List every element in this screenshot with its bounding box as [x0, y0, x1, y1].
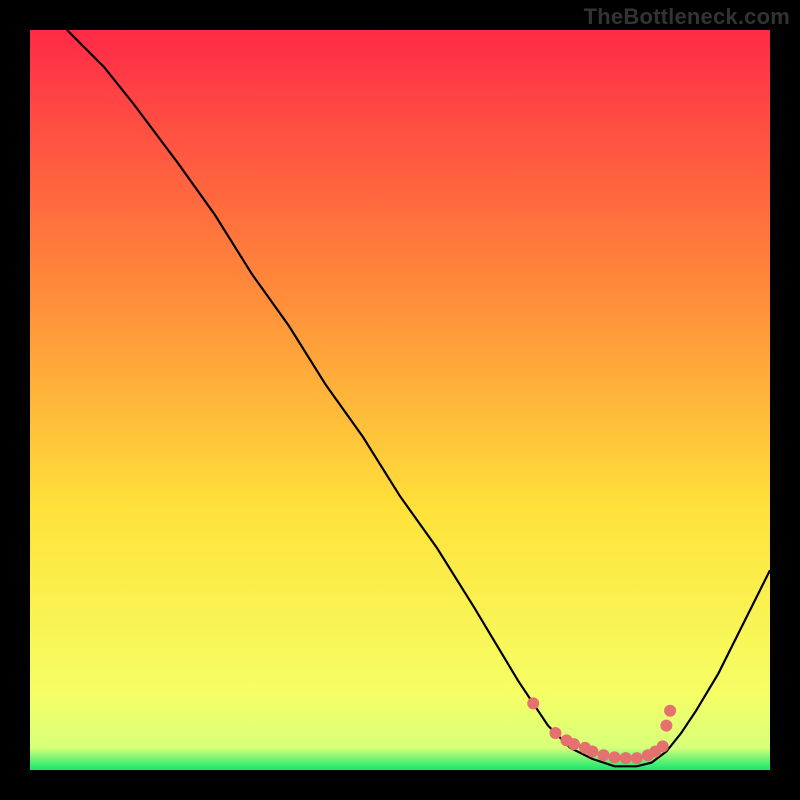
sweet-spot-dot [527, 697, 539, 709]
watermark-text: TheBottleneck.com [584, 4, 790, 30]
gradient-background [30, 30, 770, 770]
sweet-spot-dot [657, 740, 669, 752]
chart-svg [30, 30, 770, 770]
sweet-spot-dot [609, 751, 621, 763]
sweet-spot-dot [631, 752, 643, 764]
sweet-spot-dot [664, 705, 676, 717]
sweet-spot-dot [660, 720, 672, 732]
sweet-spot-dot [620, 752, 632, 764]
sweet-spot-dot [586, 746, 598, 758]
sweet-spot-dot [568, 738, 580, 750]
plot-area [30, 30, 770, 770]
sweet-spot-dot [549, 727, 561, 739]
chart-frame: TheBottleneck.com [0, 0, 800, 800]
sweet-spot-dot [598, 749, 610, 761]
